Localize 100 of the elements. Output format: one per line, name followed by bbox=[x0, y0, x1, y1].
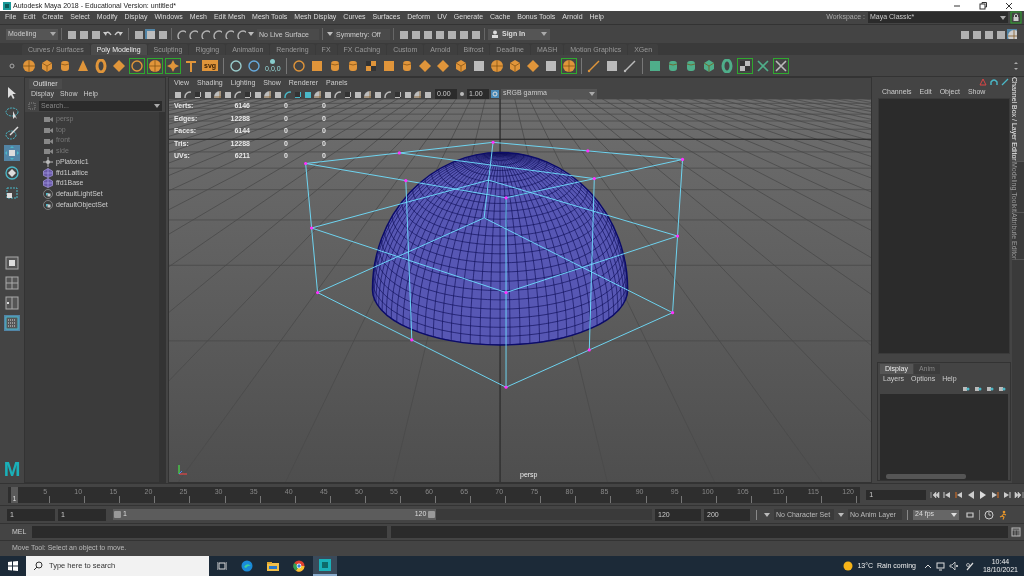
lock-icon[interactable] bbox=[1010, 11, 1022, 24]
step-back-key-icon[interactable] bbox=[942, 489, 952, 500]
panel-toolbar-icon[interactable] bbox=[413, 89, 421, 98]
cylinder-icon[interactable] bbox=[58, 58, 72, 73]
panel-toolbar-icon[interactable] bbox=[353, 89, 361, 98]
lasso-select-icon[interactable] bbox=[4, 105, 20, 121]
close-icon[interactable] bbox=[1004, 0, 1014, 11]
playback-speed-icon[interactable] bbox=[984, 509, 994, 520]
play-forwards-icon[interactable] bbox=[978, 489, 988, 500]
panel-toolbar-icon[interactable] bbox=[403, 89, 411, 98]
sun-icon[interactable] bbox=[843, 561, 854, 571]
cube-icon[interactable] bbox=[507, 58, 522, 73]
paint-select-icon[interactable] bbox=[4, 125, 20, 141]
outline-square-icon[interactable] bbox=[543, 58, 558, 73]
lattice-cage-drawing[interactable] bbox=[304, 140, 685, 389]
speaker-muted-icon[interactable] bbox=[948, 561, 959, 571]
scrollbar[interactable] bbox=[159, 112, 165, 482]
panel-toolbar-icon[interactable] bbox=[363, 89, 371, 98]
panel-toolbar-icon[interactable] bbox=[263, 89, 271, 98]
outliner-layout-icon[interactable] bbox=[4, 315, 20, 331]
pen-icon[interactable] bbox=[586, 58, 601, 73]
lattice-icon bbox=[43, 167, 53, 178]
play-backwards-icon[interactable] bbox=[966, 489, 976, 500]
shelf-scroll-icon[interactable] bbox=[1013, 60, 1019, 71]
caret-icon[interactable] bbox=[154, 103, 160, 109]
gamma-icon[interactable] bbox=[458, 89, 466, 98]
caret-icon[interactable] bbox=[1000, 14, 1006, 21]
panel-toolbar-icon[interactable] bbox=[193, 89, 201, 98]
range-bar[interactable] bbox=[113, 509, 437, 520]
uv-square-icon[interactable] bbox=[647, 58, 662, 73]
uv-cube-icon[interactable] bbox=[701, 58, 716, 73]
command-input[interactable] bbox=[32, 526, 387, 538]
scrollbar[interactable] bbox=[886, 474, 966, 479]
two-pane-layout-icon[interactable] bbox=[4, 295, 20, 311]
pen-workspace-icon[interactable] bbox=[964, 561, 975, 571]
hemisphere-mesh-drawing[interactable] bbox=[371, 152, 629, 346]
single-pane-layout-icon[interactable] bbox=[4, 255, 20, 271]
loop-icon[interactable] bbox=[965, 509, 975, 520]
caret-icon[interactable] bbox=[50, 31, 56, 37]
step-back-frame-icon[interactable] bbox=[954, 489, 964, 500]
range-handle[interactable] bbox=[428, 511, 436, 518]
browser-circle-icon[interactable] bbox=[293, 560, 305, 572]
windows-start-icon[interactable] bbox=[8, 561, 18, 571]
set-icon bbox=[43, 199, 53, 210]
panel-toolbar-icon[interactable] bbox=[203, 89, 211, 98]
axis-gizmo-icon bbox=[177, 462, 189, 476]
panel-toolbar-icon[interactable] bbox=[313, 89, 321, 98]
torus-icon[interactable] bbox=[94, 58, 108, 73]
search-icon bbox=[33, 561, 43, 571]
cube-icon[interactable] bbox=[40, 58, 54, 73]
app-logo-icon bbox=[3, 1, 11, 10]
rotate-tool-icon[interactable] bbox=[4, 165, 20, 181]
panel-toolbar-icon[interactable] bbox=[213, 89, 221, 98]
checker-icon[interactable] bbox=[363, 58, 378, 73]
uv-cross-icon[interactable] bbox=[773, 58, 788, 73]
magnet-icon[interactable] bbox=[990, 78, 998, 86]
uv-curve-icon[interactable] bbox=[719, 58, 734, 73]
caret-icon[interactable] bbox=[951, 511, 957, 518]
camera-icon bbox=[43, 114, 53, 125]
diamond-icon[interactable] bbox=[112, 58, 126, 73]
panel-toolbar-icon[interactable] bbox=[303, 89, 311, 98]
taskbar-app-button[interactable] bbox=[313, 556, 337, 576]
caret-icon[interactable] bbox=[589, 90, 595, 97]
sphere-icon[interactable] bbox=[489, 58, 504, 73]
pencil-icon[interactable] bbox=[1001, 78, 1009, 86]
folder-icon[interactable] bbox=[267, 560, 279, 572]
script-editor-icon[interactable] bbox=[1011, 527, 1021, 537]
type-tool-icon[interactable] bbox=[184, 58, 198, 73]
step-forward-frame-icon[interactable] bbox=[990, 489, 1000, 500]
panel-toolbar-icon[interactable] bbox=[423, 89, 431, 98]
shelf-options-icon[interactable] bbox=[8, 61, 16, 70]
range-handle[interactable] bbox=[114, 511, 121, 518]
star-icon[interactable] bbox=[166, 58, 180, 73]
cone-icon[interactable] bbox=[76, 58, 90, 73]
running-figure-icon[interactable] bbox=[998, 509, 1008, 520]
disc-icon[interactable] bbox=[130, 58, 144, 73]
network-icon[interactable] bbox=[935, 561, 946, 571]
square-icon[interactable] bbox=[381, 58, 396, 73]
checker-icon[interactable] bbox=[737, 58, 752, 73]
cube-icon[interactable] bbox=[453, 58, 468, 73]
sphere-icon[interactable] bbox=[22, 58, 36, 73]
step-forward-key-icon[interactable] bbox=[1002, 489, 1012, 500]
go-to-start-icon[interactable] bbox=[930, 489, 940, 500]
chevron-up-icon[interactable] bbox=[923, 562, 932, 570]
four-pane-layout-icon[interactable] bbox=[4, 275, 20, 291]
task-view-icon[interactable] bbox=[217, 561, 227, 571]
go-to-end-icon[interactable] bbox=[1014, 489, 1024, 500]
camera-icon bbox=[43, 125, 53, 136]
caret-icon[interactable] bbox=[541, 31, 547, 37]
lattice-icon bbox=[43, 178, 53, 189]
browser-wave-icon[interactable] bbox=[241, 560, 253, 572]
color-management-icon[interactable] bbox=[491, 89, 499, 98]
outline-square-icon[interactable] bbox=[471, 58, 486, 73]
pen-icon[interactable] bbox=[622, 58, 637, 73]
transform-icon bbox=[43, 157, 53, 168]
maximize-icon[interactable] bbox=[978, 0, 988, 11]
scale-tool-icon[interactable] bbox=[4, 185, 20, 201]
sphere-icon[interactable] bbox=[561, 58, 576, 73]
panel-toolbar-icon[interactable] bbox=[253, 89, 261, 98]
uv-cross-icon[interactable] bbox=[755, 58, 770, 73]
